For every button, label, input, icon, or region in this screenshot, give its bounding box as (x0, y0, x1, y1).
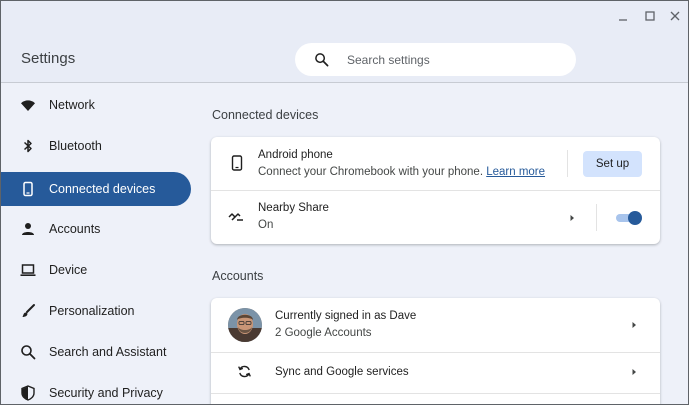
set-up-button[interactable]: Set up (583, 151, 642, 177)
signed-in-subtitle: 2 Google Accounts (275, 327, 372, 339)
person-icon (22, 223, 34, 235)
sidebar-item-personalization[interactable]: Personalization (1, 294, 191, 328)
bluetooth-icon (23, 139, 32, 153)
settings-window: Settings Network Bluetooth (0, 0, 689, 405)
android-phone-title: Android phone (258, 149, 333, 161)
sidebar-item-security-privacy[interactable]: Security and Privacy (1, 376, 191, 404)
sidebar: Network Bluetooth Connected devices Acco… (1, 85, 201, 404)
close-button[interactable] (666, 7, 684, 25)
sidebar-item-label: Device (49, 263, 88, 277)
chevron-right-icon (632, 322, 636, 328)
signed-in-title: Currently signed in as Dave (275, 310, 417, 322)
divider (211, 393, 660, 394)
sync-services-label: Sync and Google services (275, 366, 409, 378)
learn-more-link[interactable]: Learn more (486, 166, 545, 178)
connected-devices-card: Android phone Connect your Chromebook wi… (211, 137, 660, 244)
nearby-share-status: On (258, 219, 274, 231)
android-phone-description: Connect your Chromebook with your phone.… (258, 166, 545, 178)
sidebar-item-label: Bluetooth (49, 139, 102, 153)
sidebar-item-accounts[interactable]: Accounts (1, 212, 191, 246)
avatar-image (228, 308, 262, 342)
signed-in-account-row[interactable]: Currently signed in as Dave 2 Google Acc… (211, 298, 660, 352)
phone-icon (23, 181, 33, 197)
sidebar-item-label: Personalization (49, 304, 135, 318)
minimize-button[interactable] (614, 7, 632, 25)
minimize-icon (619, 19, 627, 21)
search-icon (315, 53, 329, 67)
wifi-icon (21, 100, 35, 111)
title-bar (1, 1, 688, 31)
maximize-button[interactable] (641, 7, 659, 25)
sidebar-item-label: Connected devices (49, 182, 156, 196)
sidebar-item-label: Network (49, 98, 95, 112)
brush-icon (22, 304, 35, 317)
main-content: Connected devices Android phone Connect … (201, 85, 688, 404)
nearby-share-row[interactable]: Nearby Share On (211, 191, 660, 244)
android-phone-row: Android phone Connect your Chromebook wi… (211, 137, 660, 190)
sidebar-item-device[interactable]: Device (1, 253, 191, 287)
avatar (228, 308, 262, 342)
app-header: Settings (1, 31, 688, 83)
section-title-connected-devices: Connected devices (212, 108, 319, 122)
search-icon (21, 345, 36, 360)
shield-icon (21, 385, 35, 401)
nearby-share-title: Nearby Share (258, 202, 329, 214)
chevron-right-icon (632, 369, 636, 375)
laptop-icon (20, 264, 36, 276)
nearby-share-toggle[interactable] (616, 211, 642, 225)
android-phone-desc-text: Connect your Chromebook with your phone. (258, 166, 484, 178)
sidebar-item-label: Search and Assistant (49, 345, 167, 359)
nearby-share-icon (228, 213, 243, 221)
sync-services-row[interactable]: Sync and Google services (211, 353, 660, 393)
phone-icon (231, 155, 243, 171)
accounts-card: Currently signed in as Dave 2 Google Acc… (211, 298, 660, 404)
sidebar-item-network[interactable]: Network (1, 88, 191, 122)
close-icon (670, 11, 680, 21)
sidebar-item-connected-devices[interactable]: Connected devices (1, 172, 191, 206)
sidebar-item-search-assistant[interactable]: Search and Assistant (1, 335, 191, 369)
search-input[interactable] (347, 50, 557, 69)
maximize-icon (645, 11, 655, 21)
chevron-right-icon[interactable] (567, 213, 577, 223)
toggle-thumb (628, 211, 642, 225)
sidebar-item-label: Security and Privacy (49, 386, 163, 400)
app-title: Settings (21, 50, 76, 67)
sidebar-item-bluetooth[interactable]: Bluetooth (1, 129, 191, 163)
row-separator (567, 150, 568, 177)
search-box[interactable] (295, 43, 576, 76)
section-title-accounts: Accounts (212, 269, 264, 283)
sync-icon (238, 365, 251, 378)
sidebar-item-label: Accounts (49, 222, 101, 236)
row-separator (596, 204, 597, 231)
